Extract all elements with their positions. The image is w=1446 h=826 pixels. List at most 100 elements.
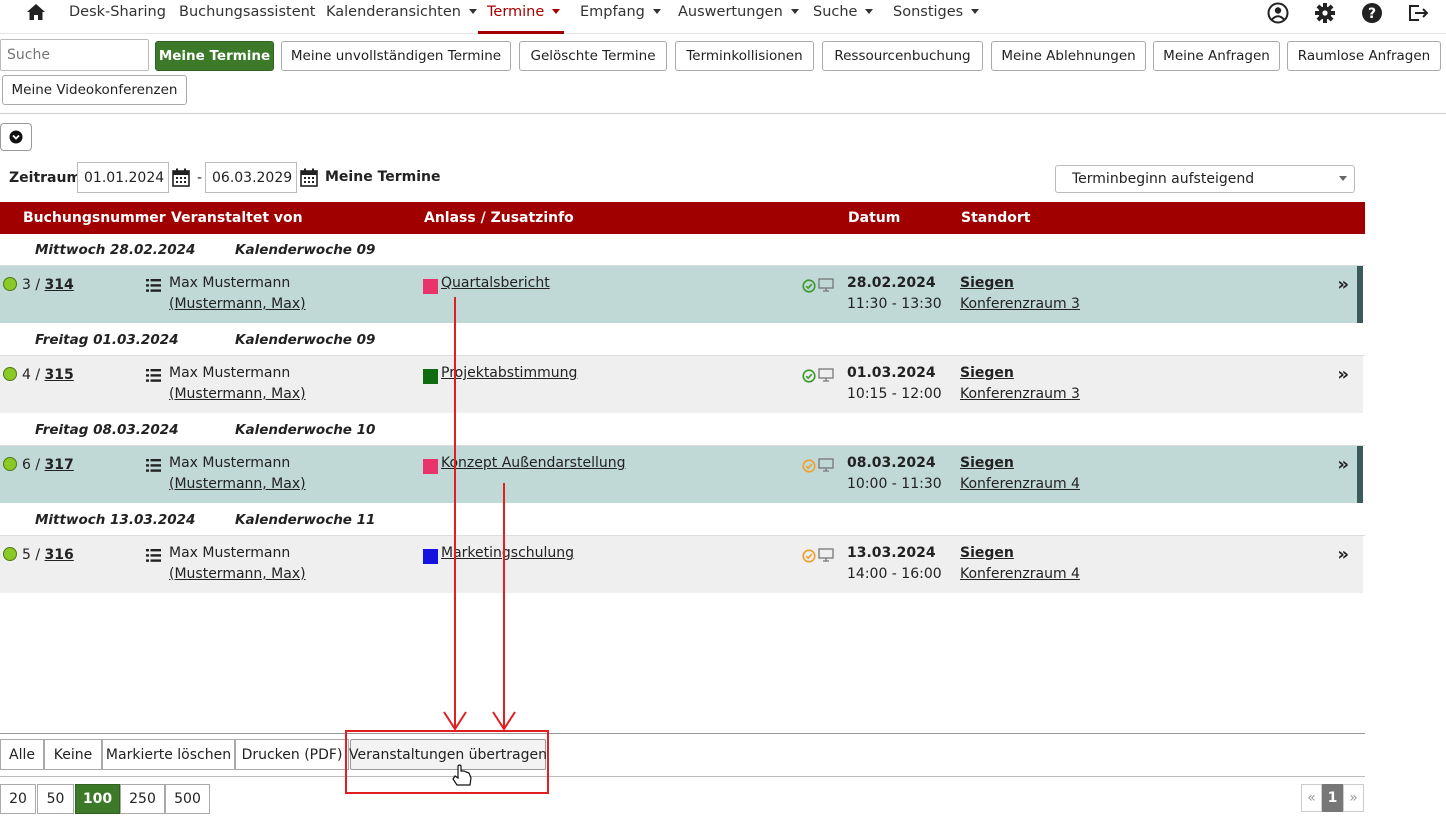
room-link[interactable]: Konferenzraum 4 — [960, 476, 1080, 492]
status-dot-icon — [3, 277, 17, 291]
pagination-prev[interactable]: « — [1301, 784, 1322, 812]
organizer-link[interactable]: (Mustermann, Max) — [169, 386, 306, 402]
pagination-current-page[interactable]: 1 — [1322, 784, 1343, 812]
organizer-name: Max Mustermann — [169, 545, 291, 561]
nav-suche[interactable]: Suche — [813, 4, 874, 20]
raumlose-anfragen-button[interactable]: Raumlose Anfragen — [1287, 41, 1441, 71]
page-size-500[interactable]: 500 — [165, 784, 210, 814]
geloeschte-termine-button[interactable]: Gelöschte Termine — [519, 41, 667, 71]
help-icon[interactable]: ? — [1361, 2, 1383, 24]
table-row[interactable]: 5 / 316 Max Mustermann (Mustermann, Max)… — [0, 536, 1363, 593]
nav-desk-sharing[interactable]: Desk-Sharing — [69, 4, 166, 20]
expand-filter-button[interactable] — [0, 123, 32, 151]
organizer-name: Max Mustermann — [169, 365, 291, 381]
logout-icon[interactable] — [1407, 2, 1429, 24]
print-pdf-button[interactable]: Drucken (PDF) — [235, 739, 349, 770]
booking-link[interactable]: 314 — [45, 277, 74, 293]
meine-termine-button[interactable]: Meine Termine — [155, 41, 274, 71]
date-to-input[interactable]: 06.03.2029 — [205, 162, 297, 193]
row-details-button[interactable]: » — [1337, 454, 1349, 475]
col-anlass[interactable]: Anlass / Zusatzinfo — [424, 210, 574, 226]
page-size-20[interactable]: 20 — [0, 784, 36, 814]
page-size-100[interactable]: 100 — [75, 784, 120, 814]
occasion-link[interactable]: Konzept Außendarstellung — [441, 455, 626, 471]
date-from-input[interactable]: 01.01.2024 — [77, 162, 169, 193]
select-all-button[interactable]: Alle — [0, 739, 44, 770]
search-input[interactable] — [0, 39, 149, 71]
organizer-link[interactable]: (Mustermann, Max) — [169, 476, 306, 492]
occasion-link[interactable]: Marketingschulung — [441, 545, 574, 561]
organizer-name: Max Mustermann — [169, 455, 291, 471]
unvollstaendige-termine-button[interactable]: Meine unvollständigen Termine — [281, 41, 511, 71]
group-week: Kalenderwoche 11 — [235, 512, 376, 528]
nav-buchungsassistent[interactable]: Buchungsassistent — [179, 4, 316, 20]
meine-ablehnungen-button[interactable]: Meine Ablehnungen — [991, 41, 1146, 71]
room-link[interactable]: Konferenzraum 4 — [960, 566, 1080, 582]
table-row[interactable]: 6 / 317 Max Mustermann (Mustermann, Max)… — [0, 446, 1363, 503]
meine-anfragen-button[interactable]: Meine Anfragen — [1153, 41, 1280, 71]
nav-empfang[interactable]: Empfang — [580, 4, 661, 20]
booking-link[interactable]: 316 — [45, 547, 74, 563]
list-icon[interactable] — [146, 369, 161, 382]
row-selection-stripe — [1357, 446, 1363, 503]
location-link[interactable]: Siegen — [960, 275, 1014, 291]
col-veranstaltet-von[interactable]: Veranstaltet von — [171, 210, 303, 226]
room-link[interactable]: Konferenzraum 3 — [960, 386, 1080, 402]
caret-down-icon — [865, 9, 874, 14]
nav-auswertungen[interactable]: Auswertungen — [678, 4, 799, 20]
annotation-arrow-head — [443, 711, 467, 731]
table-row[interactable]: 4 / 315 Max Mustermann (Mustermann, Max)… — [0, 356, 1363, 413]
user-icon[interactable] — [1267, 2, 1289, 24]
row-details-button[interactable]: » — [1337, 544, 1349, 565]
row-selection-stripe — [1357, 266, 1363, 323]
location-link[interactable]: Siegen — [960, 455, 1014, 471]
ressourcenbuchung-button[interactable]: Ressourcenbuchung — [822, 41, 983, 71]
sort-select-value: Terminbeginn aufsteigend — [1072, 171, 1255, 187]
nav-kalenderansichten[interactable]: Kalenderansichten — [326, 4, 477, 20]
table-row[interactable]: 3 / 314 Max Mustermann (Mustermann, Max)… — [0, 266, 1363, 323]
category-color-swatch — [423, 549, 438, 564]
booking-number: 3 / 314 — [22, 277, 74, 293]
check-circle-icon — [802, 459, 816, 473]
room-link[interactable]: Konferenzraum 3 — [960, 296, 1080, 312]
calendar-icon[interactable] — [300, 168, 318, 187]
col-datum[interactable]: Datum — [848, 210, 900, 226]
col-buchungsnummer[interactable]: Buchungsnummer — [23, 210, 166, 226]
pagination-next[interactable]: » — [1343, 784, 1364, 812]
booking-link[interactable]: 315 — [45, 367, 74, 383]
page-size-250[interactable]: 250 — [120, 784, 165, 814]
terminkollisionen-button[interactable]: Terminkollisionen — [675, 41, 814, 71]
row-details-button[interactable]: » — [1337, 274, 1349, 295]
transfer-events-button[interactable]: Veranstaltungen übertragen — [349, 739, 547, 770]
status-dot-icon — [3, 367, 17, 381]
organizer-link[interactable]: (Mustermann, Max) — [169, 566, 306, 582]
occasion-link[interactable]: Quartalsbericht — [441, 275, 550, 291]
list-icon[interactable] — [146, 459, 161, 472]
delete-marked-button[interactable]: Markierte löschen — [102, 739, 235, 770]
status-dot-icon — [3, 547, 17, 561]
list-icon[interactable] — [146, 549, 161, 562]
location-link[interactable]: Siegen — [960, 365, 1014, 381]
row-details-button[interactable]: » — [1337, 364, 1349, 385]
caret-down-icon — [468, 9, 477, 14]
location-link[interactable]: Siegen — [960, 545, 1014, 561]
organizer-link[interactable]: (Mustermann, Max) — [169, 296, 306, 312]
meine-videokonferenzen-button[interactable]: Meine Videokonferenzen — [2, 75, 187, 105]
list-icon[interactable] — [146, 279, 161, 292]
booking-date: 08.03.2024 — [847, 455, 936, 471]
calendar-icon[interactable] — [172, 168, 190, 187]
day-group-header: Freitag 01.03.2024 Kalenderwoche 09 — [0, 324, 1365, 356]
booking-link[interactable]: 317 — [45, 457, 74, 473]
occasion-link[interactable]: Projektabstimmung — [441, 365, 577, 381]
nav-sonstiges[interactable]: Sonstiges — [893, 4, 980, 20]
nav-termine[interactable]: Termine — [487, 4, 561, 20]
group-day: Mittwoch 13.03.2024 — [35, 512, 196, 528]
select-none-button[interactable]: Keine — [44, 739, 102, 770]
page-size-50[interactable]: 50 — [37, 784, 74, 814]
gear-icon[interactable] — [1314, 2, 1336, 24]
sort-select[interactable]: Terminbeginn aufsteigend — [1055, 165, 1355, 193]
check-circle-icon — [802, 279, 816, 293]
home-icon[interactable] — [26, 3, 46, 21]
booking-number: 5 / 316 — [22, 547, 74, 563]
col-standort[interactable]: Standort — [961, 210, 1030, 226]
